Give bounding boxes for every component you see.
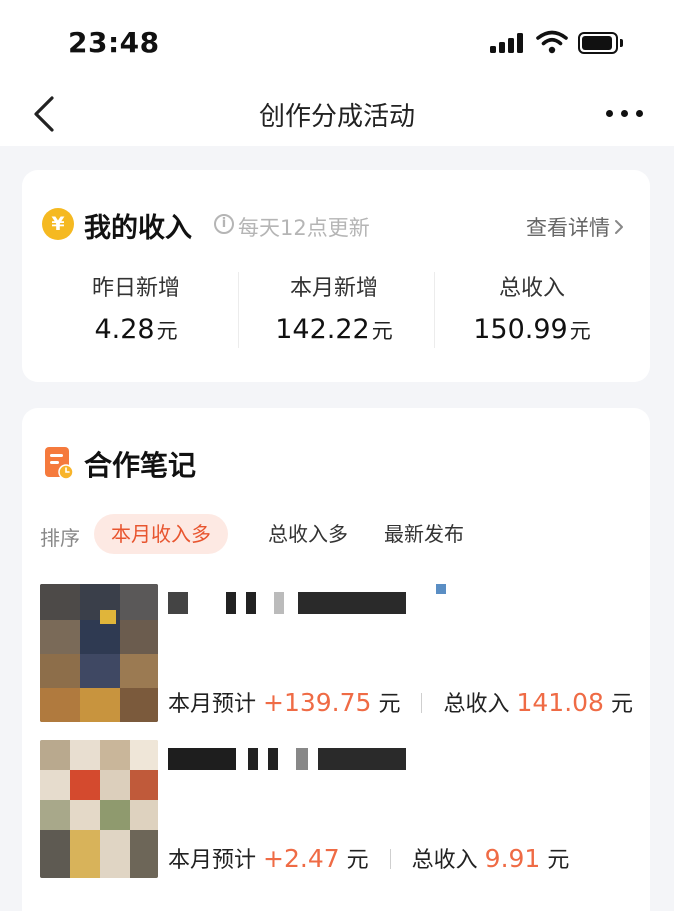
note-item[interactable]: 本月预计 +2.47 元 总收入 9.91 元 xyxy=(40,740,640,880)
signal-icon xyxy=(490,33,526,53)
month-estimate-label: 本月预计 xyxy=(168,848,257,873)
stat-separator xyxy=(389,849,391,869)
month-estimate-value: +139.75 xyxy=(263,688,372,717)
stat-label: 总收入 xyxy=(498,276,565,301)
info-icon[interactable]: i xyxy=(214,214,234,234)
total-income-label: 总收入 xyxy=(411,848,478,873)
page-title: 创作分成活动 xyxy=(258,102,415,132)
total-income-unit: 元 xyxy=(547,848,570,873)
notes-card: 合作笔记 排序 本月收入多 总收入多 最新发布 本月预计 +139.75 元 总… xyxy=(22,408,650,911)
more-icon[interactable] xyxy=(606,110,646,118)
note-title-redacted xyxy=(168,740,628,770)
sort-label: 排序 xyxy=(40,526,80,550)
stat-value: 150.99 xyxy=(473,314,568,345)
coin-icon: ¥ xyxy=(42,208,74,240)
note-item[interactable]: 本月预计 +139.75 元 总收入 141.08 元 xyxy=(40,584,640,724)
stat-separator xyxy=(421,693,423,713)
status-time: 23:48 xyxy=(68,26,160,59)
stat-label: 昨日新增 xyxy=(91,276,180,301)
notes-icon xyxy=(45,447,74,480)
battery-icon xyxy=(578,32,624,54)
notes-title: 合作笔记 xyxy=(84,449,197,482)
view-details-label: 查看详情 xyxy=(526,216,610,240)
note-stats: 本月预计 +139.75 元 总收入 141.08 元 xyxy=(168,686,633,718)
stat-total: 总收入 150.99元 xyxy=(434,270,630,345)
note-stats: 本月预计 +2.47 元 总收入 9.91 元 xyxy=(168,842,569,874)
stat-yesterday: 昨日新增 4.28元 xyxy=(38,270,234,345)
stat-unit: 元 xyxy=(371,319,393,343)
month-estimate-label: 本月预计 xyxy=(168,692,257,717)
note-thumbnail xyxy=(40,584,158,722)
status-bar: 23:48 xyxy=(0,0,674,80)
income-card: ¥ 我的收入 i 每天12点更新 查看详情 昨日新增 4.28元 本月新增 14… xyxy=(22,170,650,382)
nav-bar: 创作分成活动 xyxy=(0,80,674,146)
screen: 23:48 创作分成活动 ¥ 我的收入 i 每天12点更新 查看详情 昨日新增 … xyxy=(0,0,674,911)
stat-value: 4.28 xyxy=(94,314,155,345)
total-income-value: 141.08 xyxy=(516,688,604,717)
note-thumbnail xyxy=(40,740,158,878)
sort-tab-latest[interactable]: 最新发布 xyxy=(384,514,484,554)
stat-value: 142.22 xyxy=(275,314,370,345)
chevron-right-icon xyxy=(615,220,623,234)
month-estimate-unit: 元 xyxy=(378,692,401,717)
update-hint: 每天12点更新 xyxy=(238,216,370,240)
stat-unit: 元 xyxy=(569,319,591,343)
total-income-value: 9.91 xyxy=(484,844,541,873)
wifi-icon xyxy=(536,30,568,54)
income-title: 我的收入 xyxy=(84,213,192,244)
stat-label: 本月新增 xyxy=(289,276,378,301)
sort-tab-month-income[interactable]: 本月收入多 xyxy=(94,514,228,554)
month-estimate-unit: 元 xyxy=(346,848,369,873)
sort-tab-total-income[interactable]: 总收入多 xyxy=(258,514,358,554)
total-income-unit: 元 xyxy=(610,692,633,717)
stat-unit: 元 xyxy=(156,319,178,343)
stat-month: 本月新增 142.22元 xyxy=(236,270,432,345)
total-income-label: 总收入 xyxy=(443,692,510,717)
view-details-link[interactable]: 查看详情 xyxy=(526,212,624,242)
month-estimate-value: +2.47 xyxy=(263,844,340,873)
note-title-redacted xyxy=(168,584,628,614)
